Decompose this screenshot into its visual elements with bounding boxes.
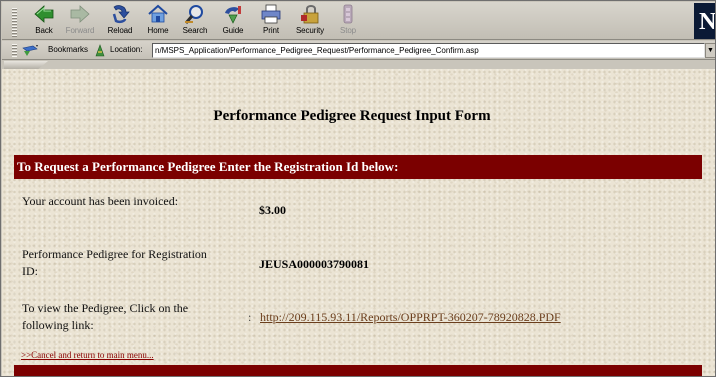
cancel-return-link[interactable]: >>Cancel and return to main menu... (21, 350, 154, 360)
stop-button[interactable]: Stop (328, 3, 368, 39)
print-button-label: Print (263, 26, 279, 35)
security-button-label: Security (295, 26, 325, 35)
navigation-toolbar: Back Forward Reload Home Search Guide Pr… (2, 2, 716, 40)
guide-button-label: Guide (222, 26, 244, 35)
logo-letter: N (699, 9, 716, 35)
search-icon (184, 5, 203, 24)
back-button-label: Back (35, 26, 53, 35)
footer-banner (14, 365, 702, 376)
pedigree-report-link[interactable]: http://209.115.93.11/Reports/OPPRPT-3602… (260, 310, 561, 325)
url-dropdown-arrow[interactable]: ▼ (705, 43, 715, 58)
page-content: Performance Pedigree Request Input Form … (2, 69, 715, 376)
location-label: Location: (110, 45, 143, 54)
reload-button-label: Reload (107, 26, 133, 35)
stop-icon (343, 4, 353, 24)
bookmarks-label[interactable]: Bookmarks (48, 45, 88, 54)
invoice-label: Your account has been invoiced: (22, 194, 179, 208)
view-pedigree-label: To view the Pedigree, Click on the follo… (22, 301, 189, 332)
invoice-amount: $3.00 (259, 203, 286, 217)
url-input[interactable]: n/MSPS_Application/Performance_Pedigree_… (152, 43, 705, 58)
registration-id-value: JEUSA000003790081 (259, 257, 370, 271)
search-button[interactable]: Search (175, 3, 215, 39)
back-button[interactable]: Back (24, 3, 64, 39)
toolbar-grip[interactable] (12, 8, 17, 38)
location-icon[interactable] (93, 43, 107, 58)
forward-button[interactable]: Forward (60, 3, 100, 39)
home-icon (148, 4, 168, 23)
home-button[interactable]: Home (138, 3, 178, 39)
location-toolbar-grip[interactable] (12, 44, 17, 57)
print-icon (261, 4, 281, 24)
registration-id-label: Performance Pedigree for Registration ID… (22, 247, 207, 278)
security-button[interactable]: Security (290, 3, 330, 39)
location-toolbar: Bookmarks Location: n/MSPS_Application/P… (2, 41, 715, 60)
guide-button[interactable]: Guide (213, 3, 253, 39)
print-button[interactable]: Print (251, 3, 291, 39)
search-button-label: Search (182, 26, 208, 35)
forward-arrow-icon (70, 5, 90, 23)
collapse-tab-handle[interactable] (4, 61, 48, 69)
page-title: Performance Pedigree Request Input Form (213, 108, 491, 124)
instruction-banner: To Request a Performance Pedigree Enter … (14, 155, 702, 179)
browser-window: Back Forward Reload Home Search Guide Pr… (0, 0, 716, 377)
security-lock-icon (301, 5, 319, 24)
reload-icon (112, 5, 130, 24)
forward-button-label: Forward (65, 26, 95, 35)
guide-icon (225, 6, 241, 24)
home-button-label: Home (147, 26, 169, 35)
link-separator: : (248, 310, 252, 324)
stop-button-label: Stop (339, 26, 357, 35)
bookmarks-icon[interactable] (21, 43, 41, 58)
tab-strip (2, 61, 715, 69)
back-arrow-icon (34, 5, 54, 23)
netscape-logo[interactable]: N (694, 3, 716, 39)
reload-button[interactable]: Reload (100, 3, 140, 39)
